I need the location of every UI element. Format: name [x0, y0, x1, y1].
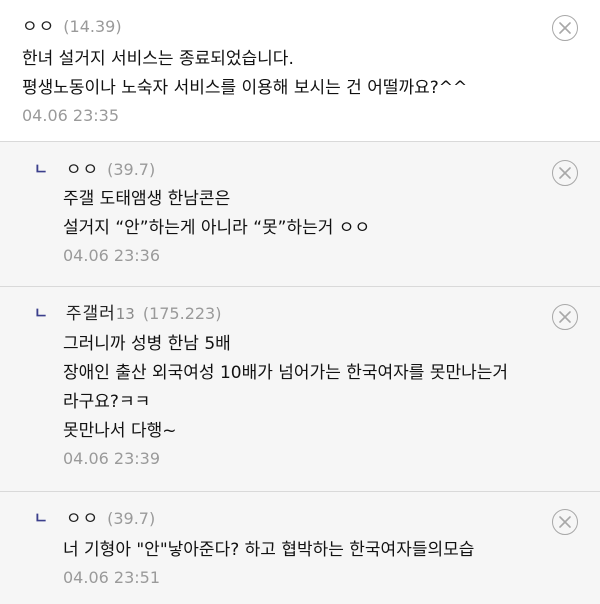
reply-item: ㄴ ㅇㅇ (39.7) 주갤 도태앰생 한남콘은 설거지 “안”하는게 아니라 …: [0, 142, 600, 287]
comment-nickname[interactable]: 주갤러: [66, 299, 116, 324]
comment-header: ㄴ ㅇㅇ (39.7): [34, 504, 155, 529]
delete-comment-button[interactable]: [552, 304, 578, 330]
reply-item: ㄴ ㅇㅇ (39.7) 너 기형아 "안"낳아준다? 하고 협박하는 한국여자들…: [0, 492, 600, 604]
comment-ip: (175.223): [142, 304, 222, 323]
delete-comment-button[interactable]: [552, 509, 578, 535]
delete-comment-button[interactable]: [552, 160, 578, 186]
comment-nickname-number: 13: [115, 305, 135, 323]
reply-item: ㄴ 주갤러 13 (175.223) 그러니까 성병 한남 5배 장애인 출산 외…: [0, 287, 600, 492]
delete-comment-button[interactable]: [552, 15, 578, 41]
comment-header: ㄴ ㅇㅇ (39.7): [34, 155, 155, 180]
comment-text-line: 주갤 도태앰생 한남콘은: [63, 189, 231, 209]
comment-ip: (39.7): [107, 509, 156, 528]
comment-text-line: 너 기형아 "안"낳아준다? 하고 협박하는 한국여자들의모습: [63, 540, 475, 560]
comment-ip: (39.7): [107, 160, 156, 179]
comment-text-line: 장애인 출산 외국여성 10배가 넘어가는 한국여자를 못만나는거: [63, 363, 509, 383]
comment-text-line: 평생노동이나 노숙자 서비스를 이용해 보시는 건 어떨까요?^^: [22, 78, 468, 98]
comment-nickname[interactable]: ㅇㅇ: [66, 504, 99, 529]
comment-nickname[interactable]: ㅇㅇ: [66, 155, 99, 180]
reply-marker: ㄴ: [34, 304, 48, 322]
comment-date: 04.06 23:36: [63, 246, 160, 265]
comment-header: ㄴ 주갤러 13 (175.223): [34, 299, 221, 324]
comment-ip: (14.39): [63, 17, 122, 36]
comment-header: ㅇㅇ (14.39): [22, 12, 122, 37]
reply-marker: ㄴ: [34, 160, 48, 178]
comment-nickname[interactable]: ㅇㅇ: [22, 12, 55, 37]
comment-text-line: 못만나서 다행~: [63, 421, 177, 441]
comment-date: 04.06 23:51: [63, 568, 160, 587]
comment-date: 04.06 23:35: [22, 106, 119, 125]
comment-text-line: 라구요?ㅋㅋ: [63, 392, 151, 412]
close-circle-icon: [559, 516, 571, 528]
close-circle-icon: [559, 167, 571, 179]
comment-text-line: 설거지 “안”하는게 아니라 “못”하는거 ㅇㅇ: [63, 218, 371, 238]
comment-text-line: 한녀 설거지 서비스는 종료되었습니다.: [22, 49, 294, 69]
reply-marker: ㄴ: [34, 509, 48, 527]
comment-text-line: 그러니까 성병 한남 5배: [63, 334, 231, 354]
comment-item: ㅇㅇ (14.39) 한녀 설거지 서비스는 종료되었습니다. 평생노동이나 노…: [0, 0, 600, 142]
comment-date: 04.06 23:39: [63, 449, 160, 468]
close-circle-icon: [559, 311, 571, 323]
close-circle-icon: [559, 22, 571, 34]
